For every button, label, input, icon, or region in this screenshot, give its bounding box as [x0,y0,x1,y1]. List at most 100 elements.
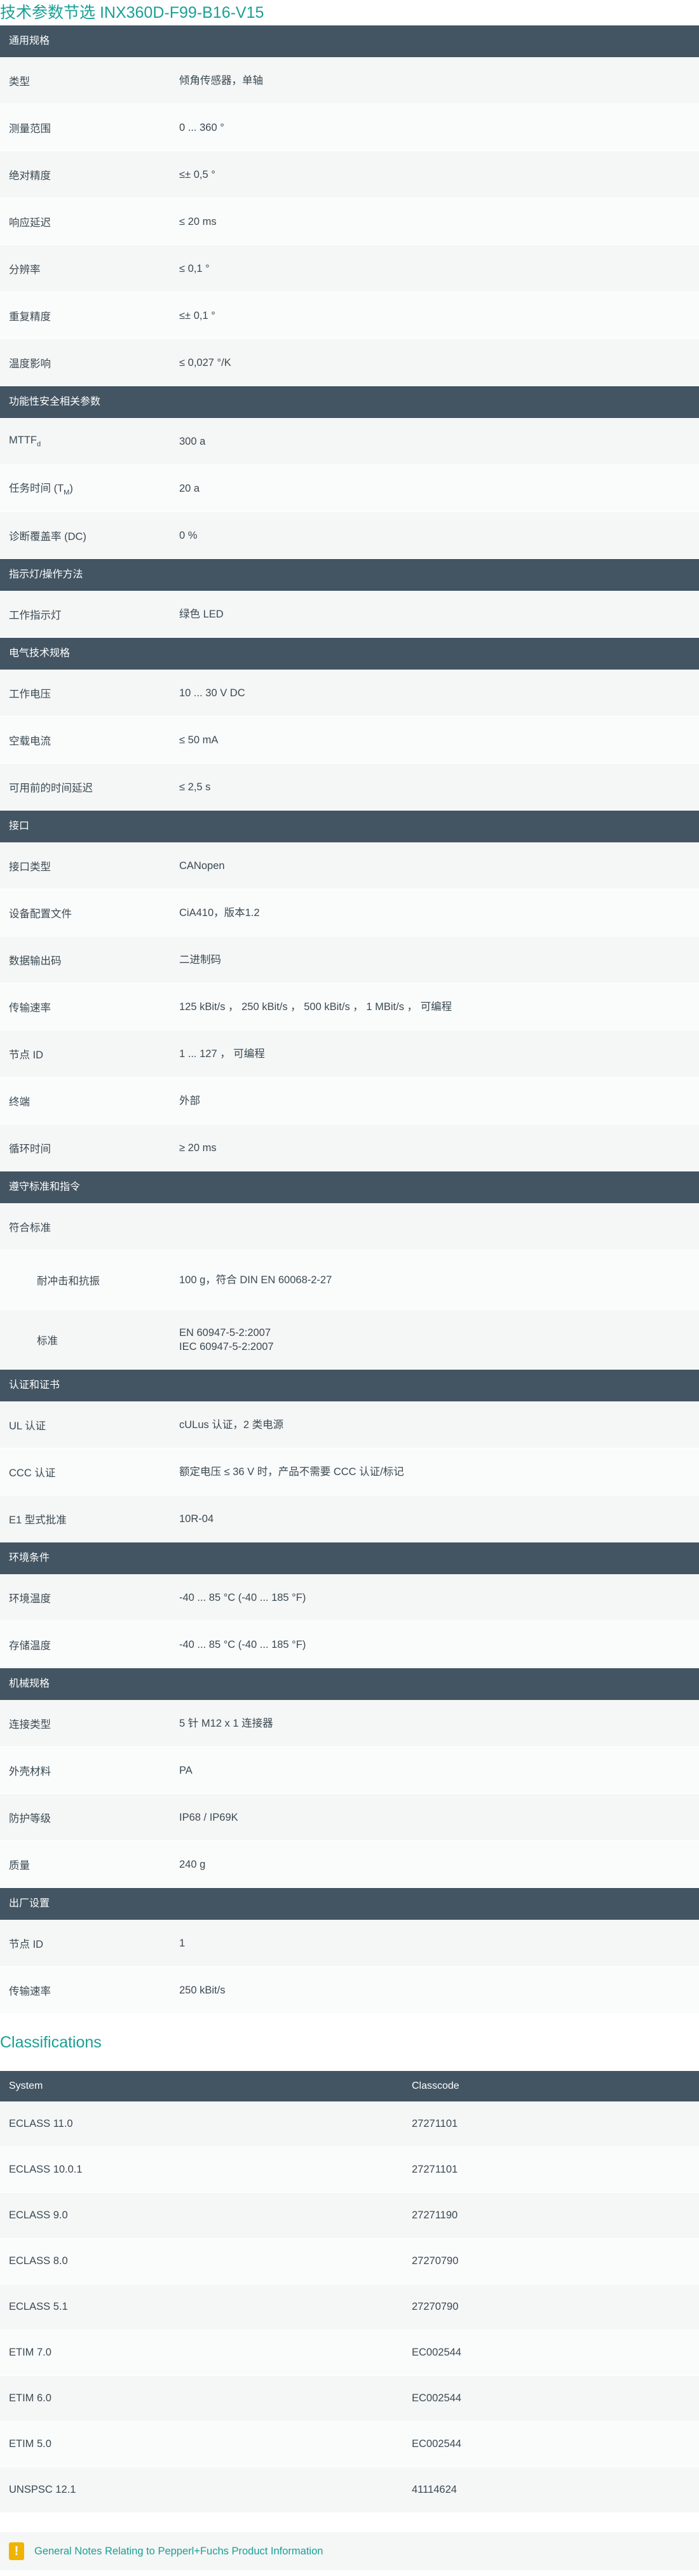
spec-row: 温度影响 ≤ 0,027 °/K [0,339,699,386]
spec-value: 10R-04 [179,1513,214,1525]
spec-value: 外部 [179,1095,200,1107]
column-header-system: System [9,2080,43,2091]
spec-label: 空载电流 [9,735,51,747]
spec-label: 响应延迟 [9,217,51,229]
spec-row: 节点 ID 1 ... 127 ， 可编程 [0,1030,699,1077]
spec-row: 响应延迟 ≤ 20 ms [0,198,699,245]
spec-value: 0 ... 360 ° [179,121,224,133]
spec-value: ≤ 20 ms [179,215,217,227]
spec-label: 类型 [9,76,30,88]
classcode-cell: 27271101 [412,2118,458,2129]
spec-row: 分辨率 ≤ 0,1 ° [0,245,699,292]
spec-value: 125 kBit/s ， 250 kBit/s ， 500 kBit/s ， 1… [179,1001,452,1013]
spec-sections: 通用规格 类型 倾角传感器，单轴 测量范围 0 ... 360 ° 绝对精度 ≤± 0,5 … [0,25,699,2014]
spec-label: 终端 [9,1096,30,1108]
system-cell: ETIM 5.0 [9,2438,51,2450]
spec-label: 循环时间 [9,1143,51,1155]
section-header: 出厂设置 [0,1888,699,1920]
system-cell: ECLASS 11.0 [9,2118,73,2129]
spec-value-line: EN 60947-5-2:2007 [179,1326,271,1339]
spec-label: 节点 ID [9,1938,44,1950]
spec-label-subscript: d [36,440,41,448]
classifications-header: System Classcode [0,2071,699,2101]
spec-row: 符合标准 [0,1203,699,1250]
spec-value: 5 针 M12 x 1 连接器 [179,1717,273,1729]
spec-value: 20 a [179,482,200,494]
spec-row: 设备配置文件 CiA410，版本1.2 [0,889,699,936]
spec-value: ≥ 20 ms [179,1142,217,1154]
spec-value: IP68 / IP69K [179,1811,238,1823]
spec-label: 数据输出码 [9,955,62,967]
spec-row: 工作电压 10 ... 30 V DC [0,670,699,717]
spec-value: 240 g [179,1858,206,1870]
system-cell: ETIM 7.0 [9,2347,51,2358]
section-header: 指示灯/操作方法 [0,559,699,591]
section-header: 功能性安全相关参数 [0,386,699,418]
spec-value: -40 ... 85 °C (-40 ... 185 °F) [179,1638,306,1650]
system-cell: ECLASS 9.0 [9,2209,68,2221]
spec-value: 绿色 LED [179,608,224,620]
warning-icon: ! [9,2542,24,2560]
section-header: 电气技术规格 [0,638,699,670]
spec-label: 可用前的时间延迟 [9,782,93,794]
spec-row: 诊断覆盖率 (DC) 0 % [0,512,699,559]
spec-value: 100 g，符合 DIN EN 60068-2-27 [179,1274,332,1286]
spec-value: ≤ 0,027 °/K [179,356,231,368]
spec-value: PA [179,1764,193,1776]
spec-value: 0 % [179,529,198,541]
spec-label-subscript: M [64,489,70,497]
spec-value: 250 kBit/s [179,1984,226,1996]
spec-value: cULus 认证，2 类电源 [179,1419,284,1431]
spec-value: 倾角传感器，单轴 [179,74,263,86]
classcode-cell: 41114624 [412,2484,457,2495]
spec-value: CiA410，版本1.2 [179,907,260,919]
classcode-cell: EC002544 [412,2347,461,2358]
spec-label: 传输速率 [9,1985,51,1997]
spec-label-text: MTTF [9,434,37,446]
table-row: ETIM 6.0 EC002544 [0,2376,699,2422]
spec-row: 空载电流 ≤ 50 mA [0,717,699,764]
spec-value-line: IEC 60947-5-2:2007 [179,1340,274,1352]
spec-label: UL 认证 [9,1420,46,1432]
spec-row: 防护等级 IP68 / IP69K [0,1794,699,1841]
spec-row: 工作指示灯 绿色 LED [0,591,699,638]
table-row: ECLASS 11.0 27271101 [0,2101,699,2147]
spec-label: 防护等级 [9,1812,51,1824]
classcode-cell: 27271101 [412,2164,458,2175]
classcode-cell: EC002544 [412,2392,461,2404]
spec-label: 耐冲击和抗振 [37,1275,100,1287]
table-row: ECLASS 5.1 27270790 [0,2284,699,2330]
spec-value: 1 ... 127 ， 可编程 [179,1048,265,1060]
spec-label: 分辨率 [9,264,41,276]
classcode-cell: 27271190 [412,2209,458,2221]
system-cell: UNSPSC 12.1 [9,2484,76,2495]
spec-label: 重复精度 [9,311,51,323]
system-cell: ETIM 6.0 [9,2392,51,2404]
column-header-classcode: Classcode [412,2080,459,2091]
general-notes-link[interactable]: General Notes Relating to Pepperl+Fuchs … [34,2546,323,2558]
classifications-table-body: ECLASS 11.0 27271101 ECLASS 10.0.1 27271101… [0,2101,699,2513]
spec-row: 存储温度 -40 ... 85 °C (-40 ... 185 °F) [0,1621,699,1668]
classcode-cell: 27270790 [412,2301,459,2312]
spec-label: 诊断覆盖率 (DC) [9,530,86,543]
spec-value: ≤ 50 mA [179,734,219,746]
section-header: 环境条件 [0,1542,699,1574]
spec-row: 可用前的时间延迟 ≤ 2,5 s [0,764,699,811]
spec-value: 二进制码 [179,954,221,966]
spec-label: E1 型式批准 [9,1514,67,1526]
table-row: ECLASS 9.0 27271190 [0,2193,699,2239]
system-cell: ECLASS 10.0.1 [9,2164,83,2175]
spec-row: 传输速率 250 kBit/s [0,1967,699,2014]
section-header: 机械规格 [0,1668,699,1700]
system-cell: ECLASS 8.0 [9,2255,68,2267]
spec-row: 接口类型 CANopen [0,842,699,889]
spec-row: 连接类型 5 针 M12 x 1 连接器 [0,1700,699,1747]
table-row: ECLASS 10.0.1 27271101 [0,2147,699,2193]
spec-value: ≤ 2,5 s [179,781,211,793]
spec-row: 环境温度 -40 ... 85 °C (-40 ... 185 °F) [0,1574,699,1621]
general-notes-bar: ! General Notes Relating to Pepperl+Fuch… [0,2532,699,2570]
spec-label: 工作电压 [9,688,51,700]
spec-row: 终端 外部 [0,1077,699,1124]
spec-row: 外壳材料 PA [0,1747,699,1794]
page-title: 技术参数节选 INX360D-F99-B16-V15 [0,4,264,22]
